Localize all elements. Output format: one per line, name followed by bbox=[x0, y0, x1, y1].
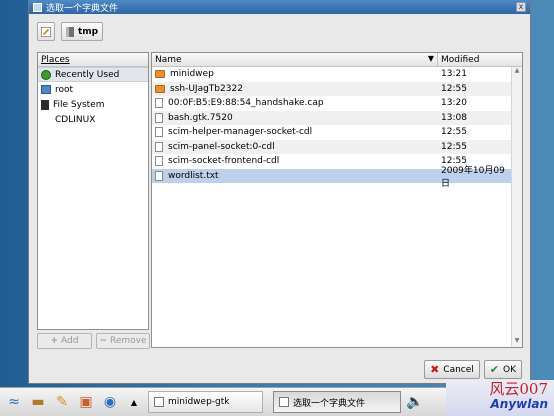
image-viewer-icon[interactable]: ▣ bbox=[76, 392, 96, 412]
places-item-root[interactable]: root bbox=[38, 82, 148, 97]
volume-icon[interactable]: 🔈 bbox=[405, 392, 425, 412]
type-location-button[interactable] bbox=[37, 22, 55, 41]
table-row[interactable]: wordlist.txt 2009年10月09日 bbox=[152, 166, 511, 189]
table-row[interactable]: scim-panel-socket:0-cdl 12:55 bbox=[152, 139, 511, 154]
table-row[interactable]: 00:0F:B5:E9:88:54_handshake.cap 13:20 bbox=[152, 96, 511, 111]
sort-down-icon: ▼ bbox=[427, 54, 434, 63]
file-icon bbox=[155, 170, 163, 181]
file-list-header: Name ▼ Modified bbox=[152, 53, 522, 67]
location-toolbar: tmp bbox=[37, 22, 104, 41]
scroll-up-icon[interactable]: ▲ bbox=[512, 67, 522, 77]
cancel-button[interactable]: ✖ Cancel bbox=[424, 360, 480, 379]
file-modified: 13:21 bbox=[441, 69, 467, 80]
folder-icon bbox=[155, 70, 165, 79]
file-list: Name ▼ Modified minidwep 13:21 ssh-UJagTb2… bbox=[151, 52, 523, 348]
ok-check-icon: ✔ bbox=[489, 363, 499, 376]
file-name: bash.gtk.7520 bbox=[168, 112, 233, 123]
dialog-titlebar[interactable]: 选取一个字典文件 x bbox=[29, 0, 530, 14]
table-row[interactable]: minidwep 13:21 bbox=[152, 67, 511, 82]
file-name: minidwep bbox=[170, 69, 214, 80]
file-icon bbox=[155, 112, 163, 123]
file-rows: minidwep 13:21 ssh-UJagTb2322 12:55 00:0F:B5… bbox=[152, 67, 511, 189]
vertical-scrollbar[interactable]: ▲ ▼ bbox=[511, 67, 522, 347]
clock-icon bbox=[41, 69, 51, 80]
file-name: scim-helper-manager-socket-cdl bbox=[168, 127, 313, 138]
file-modified: 12:55 bbox=[441, 127, 467, 138]
places-item-label: root bbox=[55, 84, 74, 95]
file-modified: 13:08 bbox=[441, 112, 467, 123]
watermark: 风云007 Anywlan bbox=[446, 380, 554, 416]
modified-column-header[interactable]: Modified bbox=[438, 53, 522, 66]
start-menu-icon[interactable]: ≈ bbox=[4, 392, 24, 412]
pencil-icon bbox=[41, 26, 51, 37]
add-label: Add bbox=[61, 336, 79, 346]
window-icon bbox=[154, 397, 164, 407]
table-row[interactable]: bash.gtk.7520 13:08 bbox=[152, 110, 511, 125]
file-modified: 2009年10月09日 bbox=[441, 165, 505, 189]
window-icon bbox=[33, 2, 42, 12]
file-icon bbox=[155, 127, 163, 138]
minus-icon: − bbox=[99, 336, 107, 346]
places-header[interactable]: Places bbox=[38, 53, 148, 67]
window-icon bbox=[279, 397, 289, 407]
places-buttons: + Add − Remove bbox=[37, 333, 150, 349]
places-item-file-system[interactable]: File System bbox=[38, 97, 148, 112]
dialog-title: 选取一个字典文件 bbox=[46, 3, 119, 14]
file-modified: 12:55 bbox=[441, 141, 467, 152]
file-name: 00:0F:B5:E9:88:54_handshake.cap bbox=[168, 98, 324, 109]
file-modified: 13:20 bbox=[441, 98, 467, 109]
desk-icon[interactable]: ▬ bbox=[28, 392, 48, 412]
table-row[interactable]: ssh-UJagTb2322 12:55 bbox=[152, 81, 511, 96]
file-modified: 12:55 bbox=[441, 83, 467, 94]
path-button-tmp[interactable]: tmp bbox=[61, 22, 104, 41]
file-name: ssh-UJagTb2322 bbox=[170, 83, 243, 94]
file-chooser-dialog: 选取一个字典文件 x tmp Places Recently Used root… bbox=[28, 0, 531, 384]
file-icon bbox=[155, 98, 163, 109]
name-column-header[interactable]: Name ▼ bbox=[152, 53, 438, 66]
watermark-line1: 风云007 bbox=[489, 380, 548, 398]
globe-icon[interactable]: ◉ bbox=[100, 392, 120, 412]
places-item-label: Recently Used bbox=[55, 69, 120, 80]
watermark-line2: Anywlan bbox=[490, 397, 549, 411]
remove-label: Remove bbox=[110, 336, 147, 346]
path-button-label: tmp bbox=[78, 26, 99, 37]
file-icon bbox=[155, 156, 163, 167]
add-bookmark-button[interactable]: + Add bbox=[37, 333, 92, 349]
places-item-cdlinux[interactable]: CDLINUX bbox=[38, 112, 148, 127]
remove-bookmark-button[interactable]: − Remove bbox=[96, 333, 150, 349]
folder-icon bbox=[66, 26, 74, 37]
plus-icon: + bbox=[50, 336, 59, 346]
ok-button[interactable]: ✔ OK bbox=[483, 360, 522, 379]
places-item-label: CDLINUX bbox=[55, 114, 96, 125]
table-row[interactable]: scim-helper-manager-socket-cdl 12:55 bbox=[152, 125, 511, 140]
taskbar-item-file-chooser[interactable]: 选取一个字典文件 bbox=[273, 391, 401, 413]
cancel-icon: ✖ bbox=[430, 363, 440, 376]
file-name: scim-panel-socket:0-cdl bbox=[168, 141, 275, 152]
drive-icon bbox=[41, 99, 49, 110]
file-name: scim-socket-frontend-cdl bbox=[168, 156, 280, 167]
taskbar-item-minidwep[interactable]: minidwep-gtk bbox=[148, 391, 263, 413]
places-item-recently-used[interactable]: Recently Used bbox=[38, 67, 148, 82]
pencil-launcher-icon[interactable]: ✎ bbox=[52, 392, 72, 412]
file-name: wordlist.txt bbox=[168, 170, 219, 181]
close-button[interactable]: x bbox=[516, 2, 526, 12]
file-icon bbox=[155, 141, 163, 152]
places-panel: Places Recently Used root File System CD… bbox=[37, 52, 149, 330]
scroll-down-icon[interactable]: ▼ bbox=[512, 337, 522, 347]
home-icon bbox=[41, 85, 51, 94]
places-item-label: File System bbox=[53, 99, 105, 110]
dialog-buttons: ✖ Cancel ✔ OK bbox=[424, 360, 522, 379]
folder-icon bbox=[155, 84, 165, 93]
launcher-arrow-icon[interactable]: ▲ bbox=[124, 392, 144, 412]
